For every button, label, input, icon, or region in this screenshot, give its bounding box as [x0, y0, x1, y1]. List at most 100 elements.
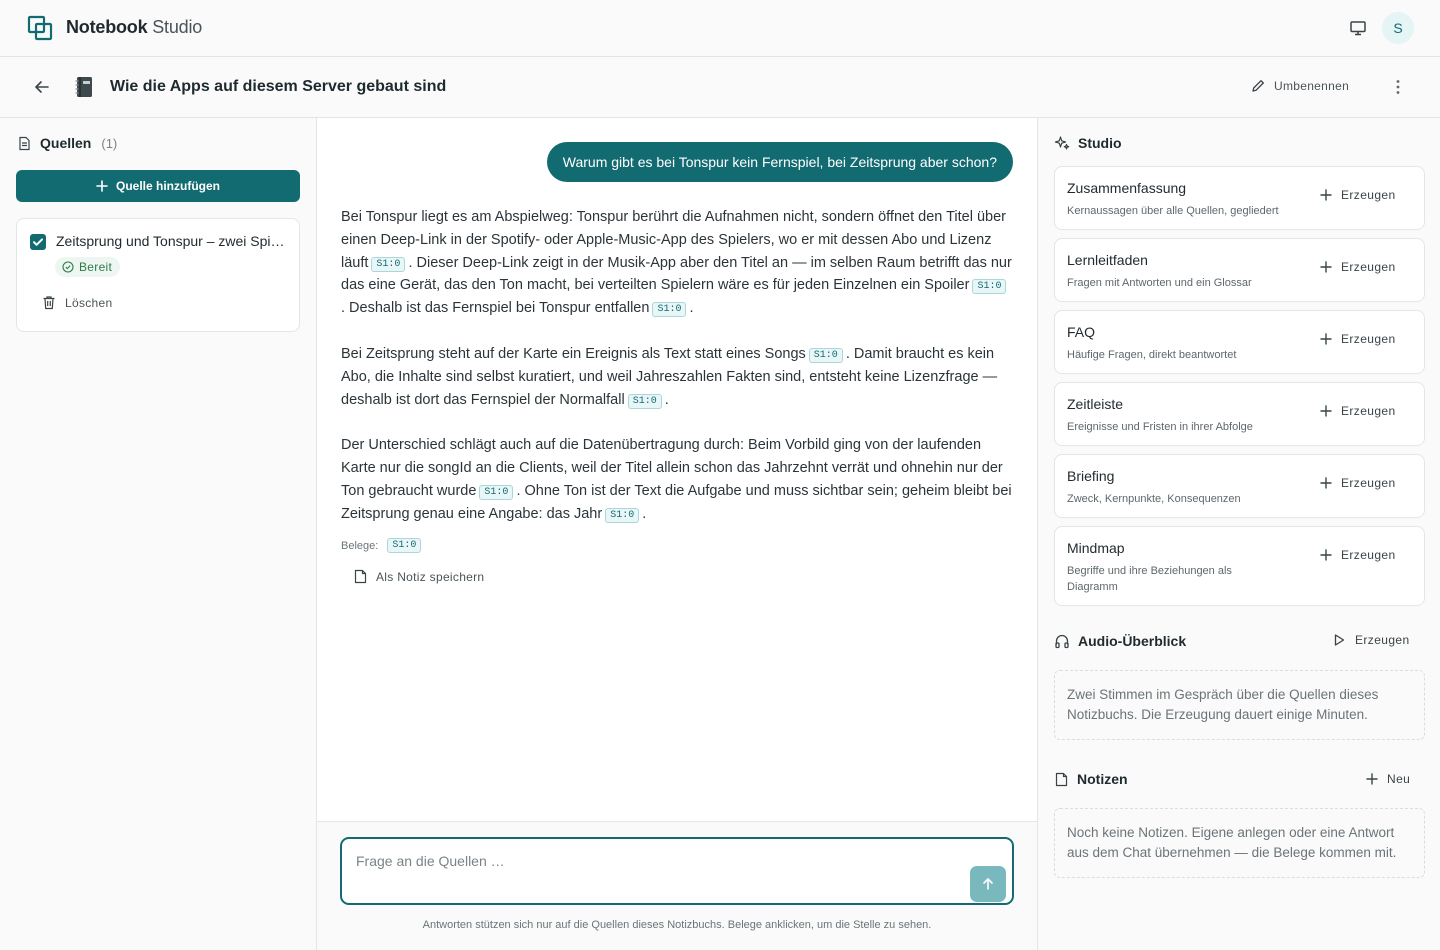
citation-chip[interactable]: S1:0 — [808, 347, 843, 363]
studio-card-desc: Ereignisse und Fristen in ihrer Abfolge — [1067, 421, 1253, 433]
check-icon — [33, 238, 43, 246]
headphones-icon — [1055, 634, 1069, 649]
studio-card-desc: Fragen mit Antworten und ein Glossar — [1067, 277, 1252, 289]
source-card[interactable]: Zeitsprung und Tonspur – zwei Spielvaria… — [16, 218, 300, 332]
generate-button[interactable]: Erzeugen — [1320, 548, 1396, 562]
generate-button[interactable]: Erzeugen — [1320, 260, 1396, 274]
delete-source-button[interactable]: Löschen — [42, 295, 112, 310]
disclaimer-text: Antworten stützen sich nur auf die Quell… — [422, 919, 932, 931]
answer-text: Bei Zeitsprung steht auf der Karte ein E… — [341, 345, 806, 362]
plus-icon — [96, 180, 108, 192]
notebook-icon — [74, 76, 94, 98]
studio-panel: Studio Zusammenfassung Kernaussagen über… — [1037, 118, 1440, 950]
citation-chip[interactable]: S1:0 — [387, 538, 422, 553]
studio-card-desc: Zweck, Kernpunkte, Konsequenzen — [1067, 493, 1241, 505]
sources-panel: Quellen (1) Quelle hinzufügen Zeitsprung… — [0, 118, 317, 950]
studio-header: Studio — [1054, 135, 1122, 151]
studio-card-timeline[interactable]: Zeitleiste Ereignisse und Fristen in ihr… — [1054, 382, 1425, 446]
citation-chip[interactable]: S1:0 — [605, 507, 640, 523]
generate-label: Erzeugen — [1341, 476, 1396, 490]
audio-generate-button[interactable]: Erzeugen — [1332, 633, 1410, 647]
plus-icon — [1320, 261, 1332, 273]
user-avatar[interactable]: S — [1382, 12, 1414, 44]
studio-card-faq[interactable]: FAQ Häufige Fragen, direkt beantwortet E… — [1054, 310, 1425, 374]
generate-label: Erzeugen — [1341, 548, 1396, 562]
audio-title: Audio-Überblick — [1078, 633, 1187, 649]
citation-chip[interactable]: S1:0 — [371, 256, 406, 272]
citation-chip[interactable]: S1:0 — [479, 484, 514, 500]
more-options-icon[interactable] — [1388, 77, 1408, 97]
monitor-icon[interactable] — [1348, 18, 1368, 38]
studio-card-title: FAQ — [1067, 324, 1096, 340]
add-source-button[interactable]: Quelle hinzufügen — [16, 170, 300, 202]
citation-chip[interactable]: S1:0 — [627, 393, 662, 409]
generate-button[interactable]: Erzeugen — [1320, 188, 1396, 202]
chat-panel: Warum gibt es bei Tonspur kein Fernspiel… — [317, 118, 1037, 950]
studio-card-desc: Kernaussagen über alle Quellen, gegliede… — [1067, 205, 1279, 217]
plus-icon — [1320, 405, 1332, 417]
status-badge: Bereit — [55, 257, 121, 277]
question-composer — [340, 837, 1014, 905]
status-label: Bereit — [79, 260, 113, 274]
generate-label: Erzeugen — [1341, 260, 1396, 274]
answer-paragraph: Bei Zeitsprung steht auf der Karte ein E… — [341, 343, 1013, 411]
studio-card-study-guide[interactable]: Lernleitfaden Fragen mit Antworten und e… — [1054, 238, 1425, 302]
rename-label: Umbenennen — [1274, 79, 1350, 93]
audio-description: Zwei Stimmen im Gespräch über die Quelle… — [1054, 670, 1425, 740]
pencil-icon — [1252, 80, 1264, 92]
studio-card-briefing[interactable]: Briefing Zweck, Kernpunkte, Konsequenzen… — [1054, 454, 1425, 518]
generate-button[interactable]: Erzeugen — [1320, 404, 1396, 418]
arrow-up-icon — [983, 878, 993, 890]
generate-label: Erzeugen — [1341, 404, 1396, 418]
generate-button[interactable]: Erzeugen — [1320, 476, 1396, 490]
back-arrow-icon[interactable] — [32, 77, 52, 97]
page-title: Wie die Apps auf diesem Server gebaut si… — [110, 78, 447, 95]
evidence-row: Belege: S1:0 — [341, 538, 424, 553]
save-as-note-button[interactable]: Als Notiz speichern — [353, 569, 484, 584]
audio-overview-header: Audio-Überblick — [1054, 633, 1186, 649]
play-icon — [1334, 634, 1345, 646]
save-note-label: Als Notiz speichern — [376, 569, 485, 584]
send-button[interactable] — [970, 866, 1006, 902]
source-name[interactable]: Zeitsprung und Tonspur – zwei Spielvaria… — [56, 233, 292, 249]
document-icon — [19, 136, 30, 150]
plus-icon — [1320, 477, 1332, 489]
trash-icon — [43, 296, 55, 310]
sources-count: (1) — [101, 135, 118, 151]
studio-card-summary[interactable]: Zusammenfassung Kernaussagen über alle Q… — [1054, 166, 1425, 230]
sources-header: Quellen (1) — [17, 135, 117, 151]
note-icon — [1055, 772, 1068, 786]
rename-button[interactable]: Umbenennen — [1250, 78, 1349, 94]
studio-title: Studio — [1078, 135, 1122, 151]
sources-title: Quellen — [40, 135, 92, 151]
studio-card-desc: Häufige Fragen, direkt beantwortet — [1067, 349, 1237, 361]
notebook-logo-icon[interactable] — [27, 15, 53, 41]
generate-label: Erzeugen — [1341, 188, 1396, 202]
studio-card-title: Lernleitfaden — [1067, 252, 1148, 268]
source-checkbox[interactable] — [30, 234, 46, 250]
studio-card-title: Mindmap — [1067, 540, 1125, 556]
evidence-label: Belege: — [341, 539, 379, 552]
plus-icon — [1320, 189, 1332, 201]
answer-paragraph: Der Unterschied schlägt auch auf die Dat… — [341, 434, 1013, 525]
plus-icon — [1320, 333, 1332, 345]
delete-label: Löschen — [65, 295, 113, 310]
user-message: Warum gibt es bei Tonspur kein Fernspiel… — [546, 142, 1013, 182]
studio-card-title: Briefing — [1067, 468, 1115, 484]
plus-icon — [1320, 549, 1332, 561]
new-note-button[interactable]: Neu — [1366, 772, 1410, 786]
plus-icon — [1366, 773, 1378, 785]
brand-name[interactable]: Notebook Studio — [66, 17, 202, 38]
check-circle-icon — [62, 261, 74, 273]
question-input[interactable] — [356, 853, 956, 893]
studio-card-mindmap[interactable]: Mindmap Begriffe und ihre Beziehungen al… — [1054, 526, 1425, 606]
composer-area: Antworten stützen sich nur auf die Quell… — [317, 821, 1037, 950]
studio-card-desc: Begriffe und ihre Beziehungen als Diagra… — [1067, 565, 1232, 593]
assistant-answer: Bei Tonspur liegt es am Abspielweg: Tons… — [341, 206, 1013, 549]
citation-chip[interactable]: S1:0 — [972, 279, 1007, 295]
generate-button[interactable]: Erzeugen — [1320, 332, 1396, 346]
sparkle-icon — [1054, 136, 1070, 150]
studio-card-title: Zeitleiste — [1067, 396, 1124, 412]
citation-chip[interactable]: S1:0 — [652, 302, 687, 318]
notebook-title-bar: Wie die Apps auf diesem Server gebaut si… — [0, 57, 1440, 118]
